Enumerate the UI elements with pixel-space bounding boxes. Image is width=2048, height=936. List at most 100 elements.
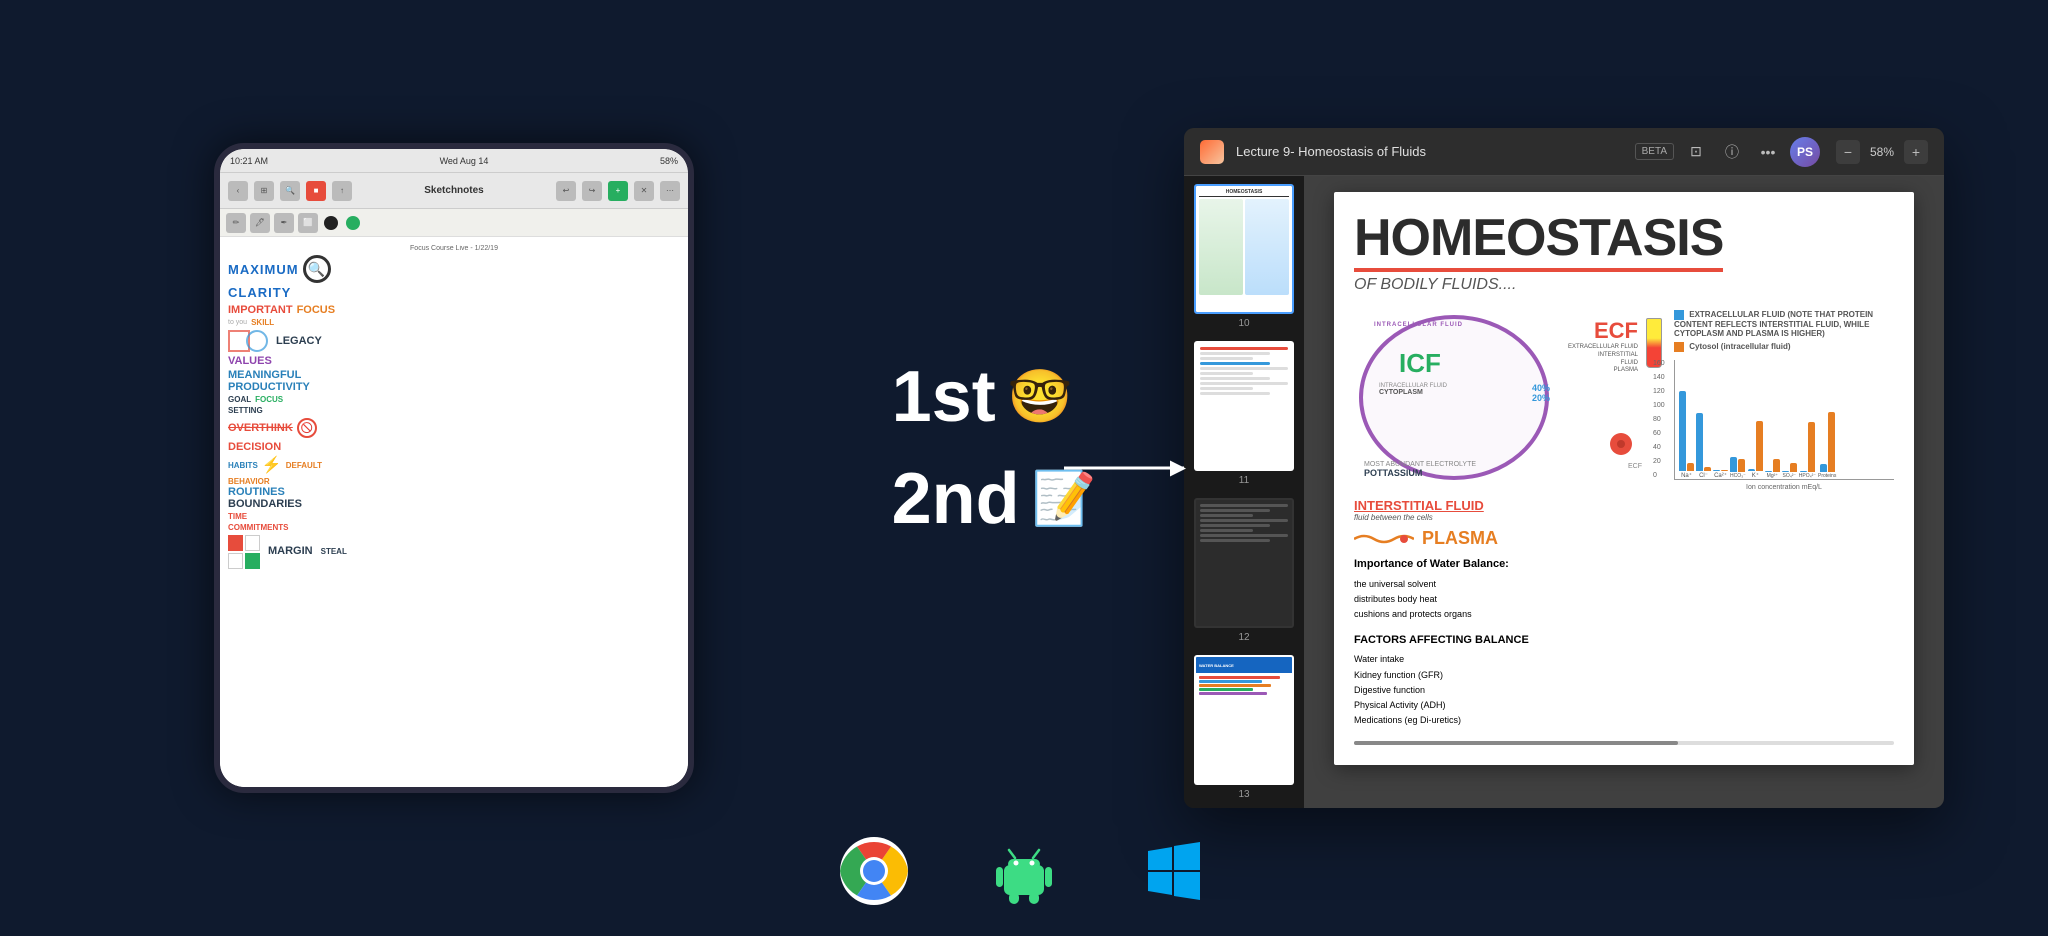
sidebar-toggle-button[interactable]: ⊡	[1682, 138, 1710, 166]
page-content: HOMEOSTASIS OF BODILY FLUIDS....	[1334, 192, 1914, 765]
bar-so4: SO₄²⁻	[1782, 463, 1797, 479]
factor-2: Kidney function (GFR)	[1354, 668, 1662, 683]
word-small1: to you	[228, 319, 247, 326]
word-goal: GOAL	[228, 395, 251, 404]
t11-l6	[1200, 372, 1253, 375]
circle-diagram: INTRACELLULAR FLUID ICF INTRACELLULAR FL…	[1354, 310, 1662, 729]
share-button[interactable]: ↑	[332, 181, 352, 201]
ipad-toolbar: ‹ ⊞ 🔍 ■ ↑ Sketchnotes ↩ ↪ + ✕ ⋯	[220, 173, 688, 209]
sketch-goal-row: GOAL FOCUS	[228, 395, 680, 404]
t12-l4	[1200, 519, 1288, 522]
word-routines: ROUTINES	[228, 486, 680, 498]
bar-ca-label: Ca²⁺	[1714, 472, 1727, 479]
back-button[interactable]: ‹	[228, 181, 248, 201]
bar-mg-orange	[1773, 459, 1780, 472]
plasma-section: PLASMA	[1354, 528, 1662, 549]
word-setting: SETTING	[228, 406, 680, 415]
sketch-grid	[228, 535, 260, 567]
bar-hpo4: HPO₄²⁻	[1799, 422, 1816, 479]
pdf-toolbar-right: BETA ⊡ ⓘ ••• PS − 58% +	[1635, 137, 1928, 167]
thumb-13-num: 13	[1238, 789, 1249, 800]
ipad-screen: 10:21 AM Wed Aug 14 58% ‹ ⊞ 🔍 ■ ↑ Sketch…	[220, 149, 688, 787]
t12-l1	[1200, 504, 1288, 507]
ipad-content: Focus Course Live - 1/22/19 MAXIMUM 🔍 CL…	[220, 237, 688, 787]
bar-k: K⁺	[1748, 421, 1763, 479]
grid-cell-3	[228, 553, 243, 569]
info-button[interactable]: ⓘ	[1718, 138, 1746, 166]
more-options-button[interactable]: •••	[1754, 138, 1782, 166]
bar-ca-pair	[1713, 470, 1728, 471]
ecf-title: ECF	[1568, 318, 1638, 344]
bar-mg: Mg²⁺	[1765, 459, 1780, 479]
redo-button[interactable]: ↪	[582, 181, 602, 201]
brush-tool[interactable]: 🖊	[250, 213, 270, 233]
grid-cell-1	[228, 535, 243, 551]
zoom-in-button[interactable]: +	[1904, 140, 1928, 164]
main-container: 10:21 AM Wed Aug 14 58% ‹ ⊞ 🔍 ■ ↑ Sketch…	[0, 0, 2048, 936]
step1-emoji: 🤓	[1008, 371, 1073, 423]
marker-tool[interactable]: ✒	[274, 213, 294, 233]
bar-na-orange	[1687, 463, 1694, 471]
sketch-header: Focus Course Live - 1/22/19	[228, 245, 680, 252]
icf-label: ICF	[1399, 348, 1441, 379]
bar-cl: Cl⁻	[1696, 413, 1711, 479]
eraser-tool[interactable]: ⬜	[298, 213, 318, 233]
pen-tool[interactable]: ✏	[226, 213, 246, 233]
y-label-40: 40	[1653, 444, 1665, 451]
word-focus: FOCUS	[297, 304, 336, 316]
word-legacy: LEGACY	[276, 335, 322, 347]
add-button[interactable]: +	[608, 181, 628, 201]
magnifier-icon: 🔍	[303, 255, 331, 283]
thumb-12-img	[1194, 498, 1294, 628]
zoom-out-button[interactable]: −	[1836, 140, 1860, 164]
ecf-labels-text: ECF EXTRACELLULAR FLUIDINTERSTITIALFLUID…	[1568, 318, 1638, 375]
chrome-svg	[840, 837, 908, 905]
word-steal: STEAL	[321, 547, 347, 556]
bar-mg-pair	[1765, 459, 1780, 472]
pdf-titlebar: Lecture 9- Homeostasis of Fluids BETA ⊡ …	[1184, 128, 1944, 176]
bar-hpo4-blue	[1800, 471, 1807, 472]
sketch-productivity-block: MEANINGFUL PRODUCTIVITY	[228, 369, 680, 393]
sketch-time-row: TIME	[228, 512, 680, 521]
sketch-habits-row: HABITS ⚡ DEFAULT	[228, 455, 680, 475]
bar-na-blue	[1679, 391, 1686, 471]
factor-4: Physical Activity (ADH)	[1354, 698, 1662, 713]
thumb-10[interactable]: HOMEOSTASIS 10	[1192, 184, 1296, 329]
color-black[interactable]	[324, 216, 338, 230]
grid-button[interactable]: ⊞	[254, 181, 274, 201]
word-skill: SKILL	[251, 318, 274, 327]
ipad-date: Wed Aug 14	[440, 156, 489, 166]
t11-l5	[1200, 367, 1288, 370]
pdf-main-content: HOMEOSTASIS OF BODILY FLUIDS....	[1304, 176, 1944, 808]
thumb-10-img: HOMEOSTASIS	[1194, 184, 1294, 314]
word-meaningful: MEANINGFUL	[228, 369, 680, 381]
undo-button[interactable]: ↩	[556, 181, 576, 201]
thumb-11-num: 11	[1239, 475, 1249, 486]
word-decision: DECISION	[228, 441, 680, 453]
bar-hco3-blue	[1730, 457, 1737, 472]
ipad-frame: 10:21 AM Wed Aug 14 58% ‹ ⊞ 🔍 ■ ↑ Sketch…	[214, 143, 694, 793]
android-platform-icon	[989, 836, 1059, 906]
interstitial-sub: fluid between the cells	[1354, 513, 1662, 522]
sketch-maximum: MAXIMUM	[228, 262, 299, 277]
thumb-12[interactable]: 12	[1192, 498, 1296, 643]
thumb-13[interactable]: WATER BALANCE 13	[1192, 655, 1296, 800]
search-button[interactable]: 🔍	[280, 181, 300, 201]
venn-right	[246, 330, 268, 352]
y-label-140: 140	[1653, 374, 1665, 381]
color-green[interactable]	[346, 216, 360, 230]
more-button[interactable]: ⋯	[660, 181, 680, 201]
close-button[interactable]: ✕	[634, 181, 654, 201]
bookmark-button[interactable]: ■	[306, 181, 326, 201]
thumb-11[interactable]: 11	[1192, 341, 1296, 486]
thumb-13-img: WATER BALANCE	[1194, 655, 1294, 785]
bar-mg-label: Mg²⁺	[1767, 473, 1778, 479]
main-diagram-area: INTRACELLULAR FLUID ICF INTRACELLULAR FL…	[1354, 310, 1894, 729]
word-important: IMPORTANT	[228, 304, 293, 316]
y-label-120: 120	[1653, 388, 1665, 395]
bar-proteins-pair	[1820, 412, 1835, 472]
windows-platform-icon	[1139, 836, 1209, 906]
t11-l8	[1200, 382, 1288, 385]
bar-hpo4-orange	[1808, 422, 1815, 472]
steps-container: 1st 🤓 2nd 📝	[892, 361, 1097, 535]
